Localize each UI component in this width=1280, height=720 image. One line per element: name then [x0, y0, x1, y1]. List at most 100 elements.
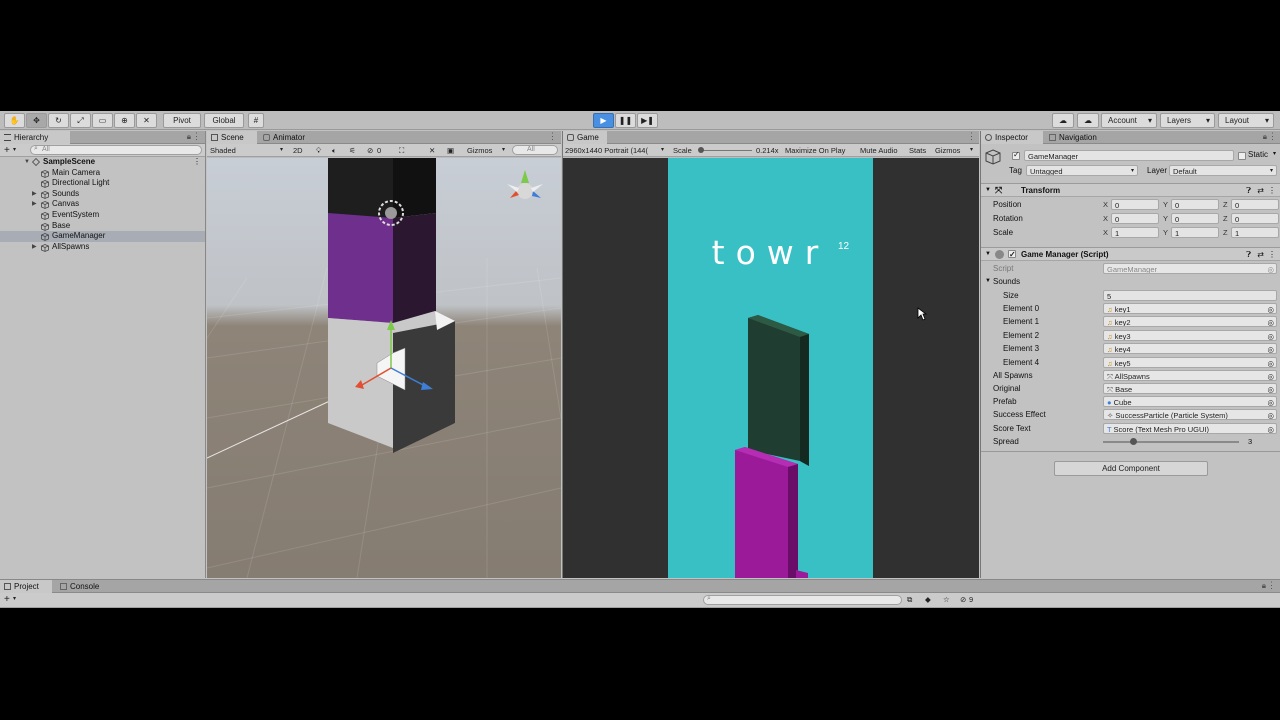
resolution-dropdown[interactable]: 2960x1440 Portrait (144(	[565, 145, 648, 156]
scene-root-row[interactable]: ▼ SampleScene ⋮	[0, 157, 205, 168]
script-enabled-checkbox[interactable]	[1008, 248, 1016, 261]
audio-clip-field[interactable]: ♫ key5 ◎	[1103, 356, 1277, 368]
chevron-down-icon[interactable]: ▾	[13, 594, 16, 605]
rotate-tool-icon[interactable]: ↻	[48, 113, 69, 128]
component-menu-icon[interactable]: ⋮	[1268, 184, 1276, 197]
collab-icon[interactable]: ☁	[1052, 113, 1074, 128]
move-tool-icon[interactable]: ✥	[26, 113, 47, 128]
cloud-icon[interactable]: ☁	[1077, 113, 1099, 128]
snap-icon[interactable]: #	[248, 113, 264, 128]
account-dropdown[interactable]: Account ▾	[1101, 113, 1157, 128]
object-picker-icon[interactable]: ◎	[1267, 371, 1274, 380]
hierarchy-item[interactable]: GameManager	[0, 231, 205, 242]
filter-label-icon[interactable]: ◆	[925, 594, 931, 605]
object-picker-icon[interactable]: ◎	[1267, 397, 1274, 406]
axis-z-label[interactable]: Z	[1223, 212, 1228, 225]
game-viewport[interactable]: towr 12	[563, 158, 979, 578]
axis-y-label[interactable]: Y	[1163, 226, 1168, 239]
hierarchy-item[interactable]: ▶ Sounds	[0, 189, 205, 200]
transform-component-header[interactable]: ▼ ⤧ Transform ❓︎ ⇄ ⋮	[981, 183, 1280, 197]
scale-slider-track[interactable]	[700, 150, 752, 151]
object-reference-field[interactable]: ⤧ Base ◎	[1103, 382, 1277, 394]
lock-icon[interactable]: 🔒︎	[187, 132, 191, 142]
orientation-gizmo[interactable]	[507, 170, 543, 199]
lock-icon[interactable]: 🔒︎	[1262, 581, 1266, 591]
preset-icon[interactable]: ⇄	[1257, 248, 1264, 261]
object-picker-icon[interactable]: ◎	[1267, 424, 1274, 433]
menu-icon[interactable]: ⋮	[1268, 131, 1277, 142]
gizmos-dropdown[interactable]: Gizmos	[467, 145, 492, 156]
component-menu-icon[interactable]: ⋮	[1268, 248, 1276, 261]
tab-console[interactable]: Console	[56, 580, 114, 593]
add-component-button[interactable]: Add Component	[1054, 461, 1208, 476]
spread-slider-track[interactable]	[1103, 441, 1239, 443]
stats-toggle[interactable]: Stats	[909, 145, 926, 156]
menu-icon[interactable]: ⋮	[967, 131, 976, 142]
custom-tool-icon[interactable]: ✕	[136, 113, 157, 128]
spread-slider-thumb[interactable]	[1129, 438, 1137, 445]
audio-clip-field[interactable]: ♫ key4 ◎	[1103, 343, 1277, 355]
collapsed-arrow-icon[interactable]: ▶	[32, 242, 37, 253]
object-reference-field[interactable]: ✧ SuccessParticle (Particle System) ◎	[1103, 409, 1277, 421]
menu-icon[interactable]: ⋮	[1267, 580, 1276, 591]
collapsed-arrow-icon[interactable]: ▶	[32, 189, 37, 200]
preset-icon[interactable]: ⇄	[1257, 184, 1264, 197]
axis-z-label[interactable]: Z	[1223, 226, 1228, 239]
lock-icon[interactable]: 🔒︎	[1263, 132, 1267, 142]
hand-tool-icon[interactable]: ✋	[4, 113, 25, 128]
tag-dropdown[interactable]: Untagged ▾	[1026, 165, 1138, 176]
chevron-down-icon[interactable]: ▾	[1273, 150, 1276, 157]
hierarchy-item[interactable]: ▶ Canvas	[0, 199, 205, 210]
object-picker-icon[interactable]: ◎	[1267, 410, 1274, 419]
step-button[interactable]: ▶❚	[637, 113, 658, 128]
render-icon[interactable]: ▣	[447, 145, 454, 156]
tools-icon[interactable]: ✕	[429, 145, 435, 156]
hierarchy-item[interactable]: EventSystem	[0, 210, 205, 221]
hierarchy-item[interactable]: Base	[0, 221, 205, 232]
scale-slider-thumb[interactable]	[698, 147, 704, 153]
tab-hierarchy[interactable]: Hierarchy	[0, 131, 70, 144]
transform-position-x-input[interactable]: 0	[1111, 199, 1159, 210]
axis-x-label[interactable]: X	[1103, 198, 1108, 211]
transform-scale-z-input[interactable]: 1	[1231, 227, 1279, 238]
scene-menu-icon[interactable]: ⋮	[193, 157, 201, 168]
audio-clip-field[interactable]: ♫ key1 ◎	[1103, 303, 1277, 314]
rect-tool-icon[interactable]: ▭	[92, 113, 113, 128]
2d-toggle[interactable]: 2D	[293, 145, 303, 156]
shading-mode-dropdown[interactable]: Shaded	[210, 145, 236, 156]
axis-x-label[interactable]: X	[1103, 226, 1108, 239]
axis-y-label[interactable]: Y	[1163, 212, 1168, 225]
sounds-row[interactable]: ▼ Sounds	[981, 275, 1280, 288]
hierarchy-item[interactable]: Main Camera	[0, 168, 205, 179]
help-icon[interactable]: ❓︎	[1246, 184, 1251, 197]
favorite-icon[interactable]: ☆	[943, 594, 950, 605]
filter-type-icon[interactable]: ⧉	[907, 594, 912, 605]
play-button[interactable]: ▶	[593, 113, 614, 128]
menu-icon[interactable]: ⋮	[192, 131, 201, 142]
tab-animator[interactable]: Animator	[259, 131, 317, 144]
camera-icon[interactable]: ⛶	[399, 145, 404, 156]
size-input[interactable]: 5	[1103, 290, 1277, 301]
object-picker-icon[interactable]: ◎	[1267, 384, 1274, 393]
expanded-arrow-icon[interactable]: ▼	[24, 157, 30, 168]
transform-tool-icon[interactable]: ⊕	[114, 113, 135, 128]
tab-project[interactable]: Project	[0, 580, 52, 593]
audio-icon[interactable]: 🔈︎	[332, 145, 337, 156]
collapsed-arrow-icon[interactable]: ▶	[32, 199, 37, 210]
object-name-input[interactable]: GameManager	[1024, 150, 1234, 161]
chevron-down-icon[interactable]: ▾	[970, 145, 973, 156]
help-icon[interactable]: ❓︎	[1246, 248, 1251, 261]
hidden-packages-icon[interactable]: ⊘	[960, 594, 966, 605]
lighting-icon[interactable]: 💡︎	[316, 145, 321, 156]
project-search-input[interactable]: ⌕	[703, 595, 902, 605]
expanded-arrow-icon[interactable]: ▼	[985, 248, 991, 261]
active-checkbox[interactable]	[1012, 150, 1020, 160]
layer-dropdown[interactable]: Default ▾	[1169, 165, 1277, 176]
global-toggle[interactable]: Global	[204, 113, 244, 128]
gizmos-toggle[interactable]: Gizmos	[935, 145, 960, 156]
axis-z-label[interactable]: Z	[1223, 198, 1228, 211]
tab-navigation[interactable]: Navigation	[1045, 131, 1115, 144]
transform-position-y-input[interactable]: 0	[1171, 199, 1219, 210]
transform-scale-x-input[interactable]: 1	[1111, 227, 1159, 238]
object-picker-icon[interactable]: ◎	[1267, 304, 1274, 313]
